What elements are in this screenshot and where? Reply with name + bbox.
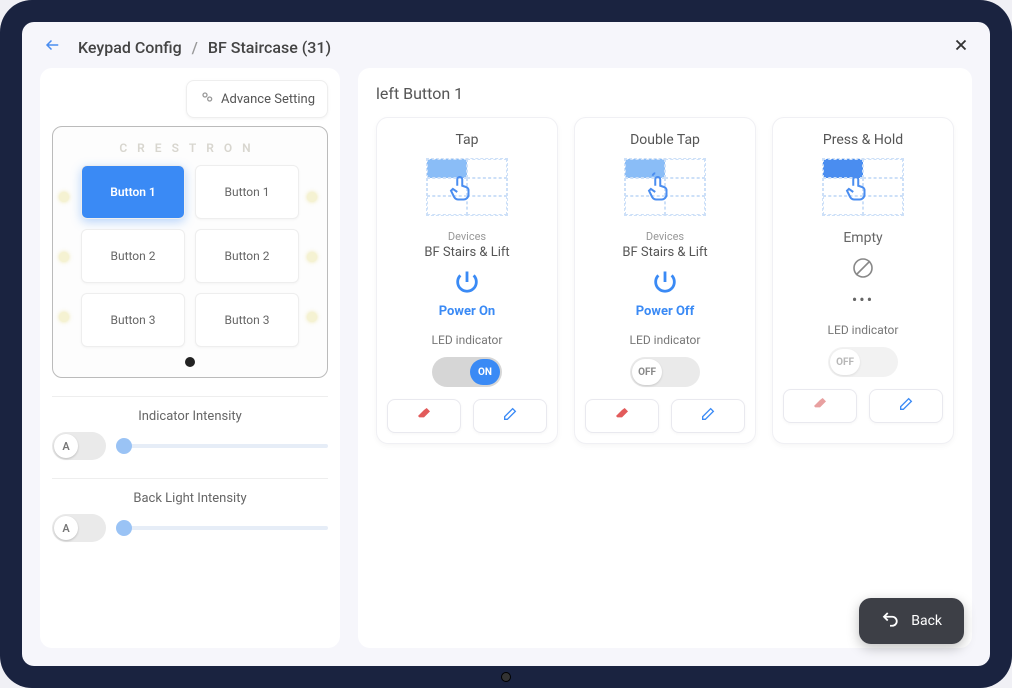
brand-label: CRESTRON (63, 141, 317, 155)
pencil-icon (502, 406, 518, 426)
keypad-preview: CRESTRON Button 1 Button 1 Button 2 Butt… (52, 126, 328, 378)
led-column-right (307, 167, 321, 347)
delete-button[interactable] (585, 399, 659, 433)
card-title: Double Tap (630, 132, 700, 148)
pencil-icon (700, 406, 716, 426)
device-name: BF Stairs & Lift (424, 245, 509, 260)
hand-double-tap-icon (644, 172, 674, 206)
keypad-button-3-left[interactable]: Button 3 (81, 293, 185, 347)
card-title: Tap (455, 132, 478, 148)
backlight-auto-toggle[interactable]: A (52, 514, 106, 542)
action-panel: left Button 1 Tap Devices BF Stairs & Li… (358, 68, 972, 648)
delete-button[interactable] (783, 389, 857, 423)
led-indicator-label: LED indicator (630, 333, 701, 347)
eraser-icon (614, 406, 630, 426)
keypad-panel: Advance Setting CRESTRON (40, 68, 340, 648)
eraser-icon (416, 406, 432, 426)
led-dot (59, 252, 69, 262)
double-tap-illustration (624, 158, 706, 216)
keypad-button-1-right[interactable]: Button 1 (195, 165, 299, 219)
power-icon (453, 268, 481, 300)
power-icon (651, 268, 679, 300)
led-dot (59, 312, 69, 322)
breadcrumb: Keypad Config / BF Staircase (31) (78, 38, 331, 57)
panel-title: left Button 1 (376, 84, 954, 103)
tap-illustration (426, 158, 508, 216)
led-indicator-label: LED indicator (432, 333, 503, 347)
tablet-camera (501, 672, 511, 682)
breadcrumb-leaf: BF Staircase (31) (208, 38, 331, 57)
edit-button[interactable] (473, 399, 547, 433)
edit-button[interactable] (671, 399, 745, 433)
toggle-knob: OFF (632, 359, 662, 385)
indicator-auto-toggle[interactable]: A (52, 432, 106, 460)
breadcrumb-sep: / (192, 38, 198, 57)
empty-label: Empty (843, 230, 882, 246)
device-name: BF Stairs & Lift (622, 245, 707, 260)
auto-badge: A (54, 434, 78, 458)
backlight-intensity-label: Back Light Intensity (52, 491, 328, 506)
action-text: Power Off (636, 304, 694, 319)
action-card-press-hold: Press & Hold Empty ••• LED indicato (772, 117, 954, 444)
keypad-button-2-left[interactable]: Button 2 (81, 229, 185, 283)
indicator-intensity-label: Indicator Intensity (52, 409, 328, 424)
close-icon[interactable] (952, 36, 970, 58)
back-button[interactable]: Back (859, 598, 964, 644)
indicator-intensity-slider[interactable] (116, 444, 328, 448)
backlight-intensity-slider[interactable] (116, 526, 328, 530)
header-bar: Keypad Config / BF Staircase (31) (22, 22, 990, 68)
eraser-icon (812, 396, 828, 416)
auto-badge: A (54, 516, 78, 540)
hand-tap-icon (446, 172, 476, 206)
breadcrumb-root[interactable]: Keypad Config (78, 38, 182, 57)
action-text: Power On (439, 304, 495, 319)
advance-setting-label: Advance Setting (221, 92, 315, 107)
keypad-button-1-left[interactable]: Button 1 (81, 165, 185, 219)
devices-label: Devices (646, 230, 684, 243)
delete-button[interactable] (387, 399, 461, 433)
led-column-left (59, 167, 73, 347)
toggle-knob: ON (470, 359, 500, 385)
empty-icon (851, 256, 875, 284)
back-label: Back (911, 613, 942, 629)
pager (63, 357, 317, 367)
advance-setting-button[interactable]: Advance Setting (186, 80, 328, 118)
card-title: Press & Hold (823, 132, 903, 148)
led-toggle[interactable]: OFF (630, 357, 700, 387)
keypad-button-3-right[interactable]: Button 3 (195, 293, 299, 347)
action-card-tap: Tap Devices BF Stairs & Lift Power (376, 117, 558, 444)
edit-button[interactable] (869, 389, 943, 423)
undo-icon (881, 610, 899, 632)
led-indicator-label: LED indicator (828, 323, 899, 337)
slider-thumb[interactable] (116, 520, 132, 536)
devices-label: Devices (448, 230, 486, 243)
action-card-double-tap: Double Tap Devices BF Stairs & Lift (574, 117, 756, 444)
keypad-button-2-right[interactable]: Button 2 (195, 229, 299, 283)
pencil-icon (898, 396, 914, 416)
led-dot (307, 192, 317, 202)
led-dot (307, 252, 317, 262)
back-arrow-icon[interactable] (42, 36, 64, 58)
hand-hold-icon (842, 172, 872, 206)
more-icon[interactable]: ••• (852, 290, 874, 309)
led-toggle: OFF (828, 347, 898, 377)
led-dot (307, 312, 317, 322)
led-dot (59, 192, 69, 202)
gear-icon (199, 89, 215, 109)
press-hold-illustration (822, 158, 904, 216)
pager-dot[interactable] (185, 357, 195, 367)
slider-thumb[interactable] (116, 438, 132, 454)
toggle-knob: OFF (830, 349, 860, 375)
led-toggle[interactable]: ON (432, 357, 502, 387)
